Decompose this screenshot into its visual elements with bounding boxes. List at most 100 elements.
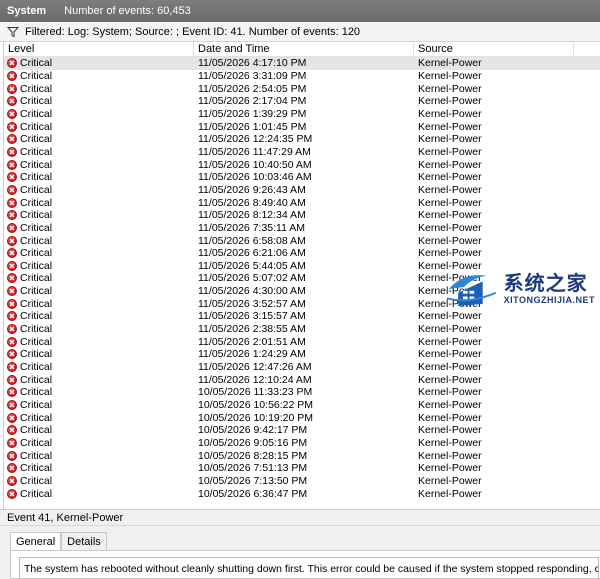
datetime-cell: 11/05/2026 6:21:06 AM [198,247,306,260]
event-row[interactable]: Critical 11/05/2026 7:35:11 AM Kernel-Powe… [4,222,600,235]
datetime-cell: 10/05/2026 6:36:47 PM [198,487,308,500]
source-cell: Kernel-Power [418,272,482,285]
source-cell: Kernel-Power [418,310,482,323]
critical-error-icon [7,324,17,335]
event-row[interactable]: Critical 11/05/2026 12:24:35 PM Kernel-Pow… [4,133,600,146]
datetime-cell: 11/05/2026 8:49:40 AM [198,196,306,209]
event-detail-title: Event 41, Kernel-Power [0,509,600,526]
level-text: Critical [20,171,53,184]
level-cell: Critical [4,298,194,310]
datetime-cell: 11/05/2026 8:12:34 AM [198,209,306,222]
log-title: System [7,5,47,17]
critical-error-icon [7,298,17,309]
event-row[interactable]: Critical 11/05/2026 12:47:26 AM Kernel-Pow… [4,361,600,374]
event-row[interactable]: Critical 11/05/2026 1:39:29 PM Kernel-Powe… [4,108,600,121]
event-row[interactable]: Critical 11/05/2026 6:58:08 AM Kernel-Powe… [4,234,600,247]
level-text: Critical [20,487,53,500]
critical-error-icon [7,450,17,461]
level-text: Critical [20,247,53,260]
critical-error-icon [7,387,17,398]
datetime-cell: 10/05/2026 10:56:22 PM [198,399,314,412]
level-text: Critical [20,386,53,399]
log-title-bar: System Number of events: 60,453 [0,0,600,22]
source-cell: Kernel-Power [418,234,482,247]
source-cell: Kernel-Power [418,247,482,260]
event-row[interactable]: Critical 11/05/2026 8:12:34 AM Kernel-Powe… [4,209,600,222]
event-row[interactable]: Critical 10/05/2026 7:13:50 PM Kernel-Powe… [4,475,600,488]
level-text: Critical [20,69,53,82]
datetime-cell: 11/05/2026 1:01:45 PM [198,120,307,133]
level-cell: Critical [4,399,194,411]
level-cell: Critical [4,70,194,82]
datetime-cell: 10/05/2026 8:28:15 PM [198,449,308,462]
event-row[interactable]: Critical 11/05/2026 5:44:05 AM Kernel-Powe… [4,260,600,273]
critical-error-icon [7,108,17,119]
event-row[interactable]: Critical 11/05/2026 10:03:46 AM Kernel-Pow… [4,171,600,184]
level-cell: Critical [4,310,194,322]
level-text: Critical [20,449,53,462]
level-text: Critical [20,373,53,386]
event-row[interactable]: Critical 11/05/2026 5:07:02 AM Kernel-Powe… [4,272,600,285]
tab-details[interactable]: Details [61,532,107,550]
datetime-cell: 11/05/2026 3:15:57 AM [198,310,306,323]
level-cell: Critical [4,95,194,107]
event-row[interactable]: Critical 11/05/2026 11:47:29 AM Kernel-Pow… [4,146,600,159]
event-row[interactable]: Critical 11/05/2026 4:17:10 PM Kernel-Powe… [4,57,600,70]
level-cell: Critical [4,488,194,500]
event-row[interactable]: Critical 10/05/2026 8:28:15 PM Kernel-Powe… [4,449,600,462]
events-grid[interactable]: Level Date and Time Source Critical 11/05… [3,42,600,509]
event-message[interactable]: The system has rebooted without cleanly … [19,557,599,579]
event-row[interactable]: Critical 11/05/2026 2:01:51 AM Kernel-Powe… [4,335,600,348]
source-cell: Kernel-Power [418,145,482,158]
source-cell: Kernel-Power [418,335,482,348]
event-row[interactable]: Critical 11/05/2026 3:15:57 AM Kernel-Powe… [4,310,600,323]
critical-error-icon [7,70,17,81]
level-text: Critical [20,474,53,487]
event-row[interactable]: Critical 11/05/2026 6:21:06 AM Kernel-Powe… [4,247,600,260]
event-row[interactable]: Critical 11/05/2026 12:10:24 AM Kernel-Pow… [4,373,600,386]
source-cell: Kernel-Power [418,399,482,412]
level-cell: Critical [4,361,194,373]
event-row[interactable]: Critical 10/05/2026 7:51:13 PM Kernel-Powe… [4,462,600,475]
event-row[interactable]: Critical 11/05/2026 3:52:57 AM Kernel-Powe… [4,297,600,310]
event-row[interactable]: Critical 11/05/2026 2:17:04 PM Kernel-Powe… [4,95,600,108]
event-row[interactable]: Critical 10/05/2026 9:42:17 PM Kernel-Powe… [4,424,600,437]
event-row[interactable]: Critical 11/05/2026 10:40:50 AM Kernel-Pow… [4,158,600,171]
critical-error-icon [7,488,17,499]
event-row[interactable]: Critical 10/05/2026 10:56:22 PM Kernel-Pow… [4,399,600,412]
event-row[interactable]: Critical 10/05/2026 10:19:20 PM Kernel-Pow… [4,411,600,424]
source-cell: Kernel-Power [418,57,482,70]
critical-error-icon [7,475,17,486]
level-cell: Critical [4,171,194,183]
event-row[interactable]: Critical 11/05/2026 4:30:00 AM Kernel-Powe… [4,285,600,298]
event-row[interactable]: Critical 11/05/2026 2:38:55 AM Kernel-Powe… [4,323,600,336]
datetime-cell: 10/05/2026 11:33:23 PM [198,386,313,399]
datetime-cell: 11/05/2026 10:03:46 AM [198,171,312,184]
level-cell: Critical [4,260,194,272]
column-header-source[interactable]: Source [414,42,574,56]
level-text: Critical [20,310,53,323]
event-row[interactable]: Critical 11/05/2026 1:24:29 AM Kernel-Powe… [4,348,600,361]
level-text: Critical [20,323,53,336]
tab-general[interactable]: General [10,532,62,550]
grid-header: Level Date and Time Source [4,42,600,57]
event-row[interactable]: Critical 10/05/2026 9:05:16 PM Kernel-Powe… [4,437,600,450]
level-cell: Critical [4,450,194,462]
event-row[interactable]: Critical 10/05/2026 11:33:23 PM Kernel-Pow… [4,386,600,399]
event-row[interactable]: Critical 10/05/2026 6:36:47 PM Kernel-Powe… [4,487,600,500]
column-header-datetime[interactable]: Date and Time [194,42,414,56]
datetime-cell: 11/05/2026 5:07:02 AM [198,272,306,285]
datetime-cell: 11/05/2026 12:47:26 AM [198,361,312,374]
event-row[interactable]: Critical 11/05/2026 2:54:05 PM Kernel-Powe… [4,82,600,95]
level-cell: Critical [4,121,194,133]
event-row[interactable]: Critical 11/05/2026 1:01:45 PM Kernel-Powe… [4,120,600,133]
critical-error-icon [7,336,17,347]
event-row[interactable]: Critical 11/05/2026 8:49:40 AM Kernel-Powe… [4,196,600,209]
column-header-level[interactable]: Level [4,42,194,56]
critical-error-icon [7,260,17,271]
event-row[interactable]: Critical 11/05/2026 3:31:09 PM Kernel-Powe… [4,70,600,83]
level-text: Critical [20,259,53,272]
critical-error-icon [7,134,17,145]
datetime-cell: 10/05/2026 10:19:20 PM [198,411,314,424]
event-row[interactable]: Critical 11/05/2026 9:26:43 AM Kernel-Powe… [4,184,600,197]
